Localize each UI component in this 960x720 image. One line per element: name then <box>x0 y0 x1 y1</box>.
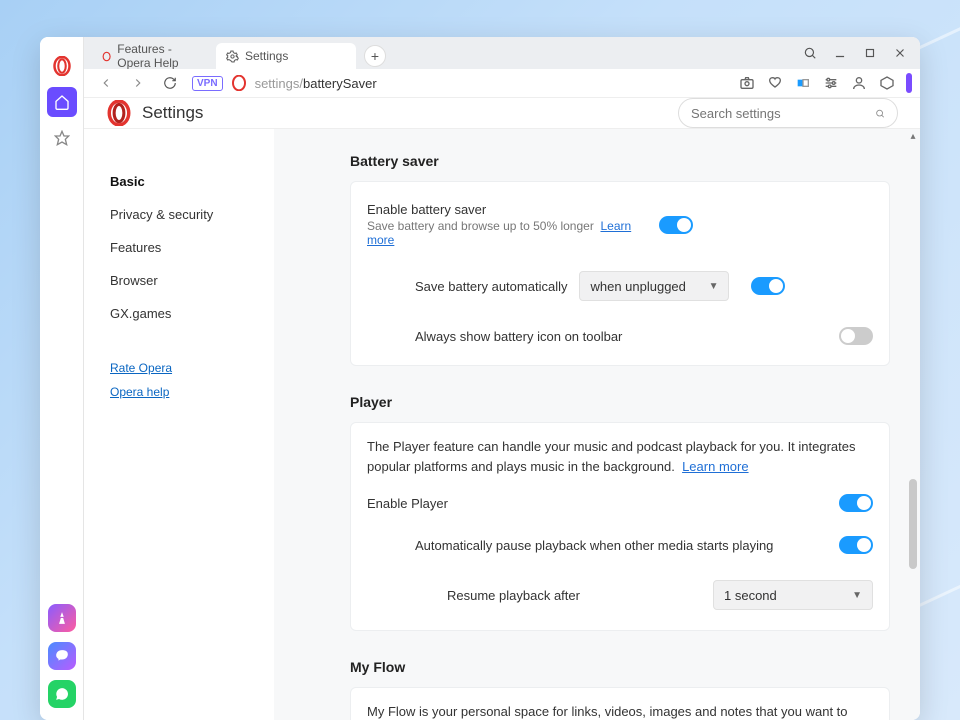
scroll-up-button[interactable]: ▴ <box>906 129 920 143</box>
chevron-down-icon: ▼ <box>852 590 862 601</box>
heart-icon[interactable] <box>762 70 788 96</box>
back-button[interactable] <box>92 69 120 97</box>
settings-nav: Basic Privacy & security Features Browse… <box>84 129 274 720</box>
nav-basic[interactable]: Basic <box>110 165 258 198</box>
section-player-title: Player <box>350 394 890 410</box>
easy-setup-icon[interactable] <box>818 70 844 96</box>
snapshot-icon[interactable] <box>734 70 760 96</box>
home-icon[interactable] <box>47 87 77 117</box>
opera-url-icon <box>231 75 247 91</box>
select-save-auto[interactable]: when unplugged ▼ <box>579 271 729 301</box>
scrollbar[interactable]: ▴ ▾ <box>906 129 920 720</box>
browser-sidebar <box>40 37 84 720</box>
tab-active-label: Settings <box>245 49 288 63</box>
card-flow: My Flow is your personal space for links… <box>350 687 890 720</box>
opera-icon[interactable] <box>47 51 77 81</box>
toggle-auto-pause[interactable] <box>839 536 873 554</box>
address-bar[interactable]: settings/batterySaver <box>251 76 730 91</box>
toggle-always-icon[interactable] <box>839 327 873 345</box>
player-learn-more-link[interactable]: Learn more <box>682 459 748 474</box>
search-in-tabs-icon[interactable] <box>796 39 824 67</box>
bookmark-icon[interactable] <box>47 123 77 153</box>
scroll-thumb[interactable] <box>909 479 917 569</box>
opera-logo-icon <box>106 100 132 126</box>
nav-features[interactable]: Features <box>110 231 258 264</box>
always-icon-label: Always show battery icon on toolbar <box>415 329 839 344</box>
messenger-app-icon[interactable] <box>48 642 76 670</box>
tab-inactive[interactable]: Features - Opera Help <box>92 43 212 69</box>
opera-help-link[interactable]: Opera help <box>110 380 258 404</box>
maximize-button[interactable] <box>856 39 884 67</box>
content-wrap: Basic Privacy & security Features Browse… <box>84 129 920 720</box>
nav-privacy[interactable]: Privacy & security <box>110 198 258 231</box>
minimize-button[interactable] <box>826 39 854 67</box>
select-resume-value: 1 second <box>724 588 777 603</box>
new-tab-button[interactable]: + <box>364 45 386 67</box>
account-indicator[interactable] <box>906 73 912 93</box>
search-settings-box[interactable] <box>678 98 898 128</box>
aria-app-icon[interactable] <box>48 604 76 632</box>
close-button[interactable] <box>886 39 914 67</box>
whatsapp-app-icon[interactable] <box>48 680 76 708</box>
settings-header: Settings <box>84 98 920 129</box>
chevron-down-icon: ▼ <box>709 281 719 292</box>
enable-battery-sub: Save battery and browse up to 50% longer <box>367 219 594 233</box>
search-settings-input[interactable] <box>691 106 867 121</box>
auto-pause-label: Automatically pause playback when other … <box>415 538 839 553</box>
forward-button[interactable] <box>124 69 152 97</box>
select-save-auto-value: when unplugged <box>590 279 685 294</box>
section-battery-title: Battery saver <box>350 153 890 169</box>
profile-icon[interactable] <box>846 70 872 96</box>
reload-button[interactable] <box>156 69 184 97</box>
resume-label: Resume playback after <box>447 588 580 603</box>
flow-desc: My Flow is your personal space for links… <box>367 702 873 720</box>
section-flow-title: My Flow <box>350 659 890 675</box>
titlebar: Features - Opera Help Settings + <box>84 37 920 69</box>
page-title: Settings <box>142 103 203 123</box>
card-battery: Enable battery saver Save battery and br… <box>350 181 890 366</box>
search-icon <box>875 106 885 121</box>
select-resume[interactable]: 1 second ▼ <box>713 580 873 610</box>
address-toolbar: VPN settings/batterySaver <box>84 69 920 98</box>
card-player: The Player feature can handle your music… <box>350 422 890 631</box>
save-auto-label: Save battery automatically <box>415 279 567 294</box>
player-desc: The Player feature can handle your music… <box>367 439 856 474</box>
main-column: Features - Opera Help Settings + VPN set… <box>84 37 920 720</box>
enable-battery-label: Enable battery saver <box>367 202 659 217</box>
toggle-save-auto[interactable] <box>751 277 785 295</box>
vpn-badge[interactable]: VPN <box>192 76 223 91</box>
rate-opera-link[interactable]: Rate Opera <box>110 356 258 380</box>
nav-gxgames[interactable]: GX.games <box>110 297 258 330</box>
enable-player-label: Enable Player <box>367 496 839 511</box>
nav-browser[interactable]: Browser <box>110 264 258 297</box>
opera-favicon-icon <box>102 50 111 63</box>
toggle-enable-player[interactable] <box>839 494 873 512</box>
toggle-enable-battery[interactable] <box>659 216 693 234</box>
tab-active[interactable]: Settings <box>216 43 356 69</box>
browser-window: Features - Opera Help Settings + VPN set… <box>40 37 920 720</box>
extensions-icon[interactable] <box>874 70 900 96</box>
adblock-icon[interactable] <box>790 70 816 96</box>
settings-content: Battery saver Enable battery saver Save … <box>274 129 920 720</box>
gear-icon <box>226 50 239 63</box>
tab-inactive-label: Features - Opera Help <box>117 42 202 70</box>
